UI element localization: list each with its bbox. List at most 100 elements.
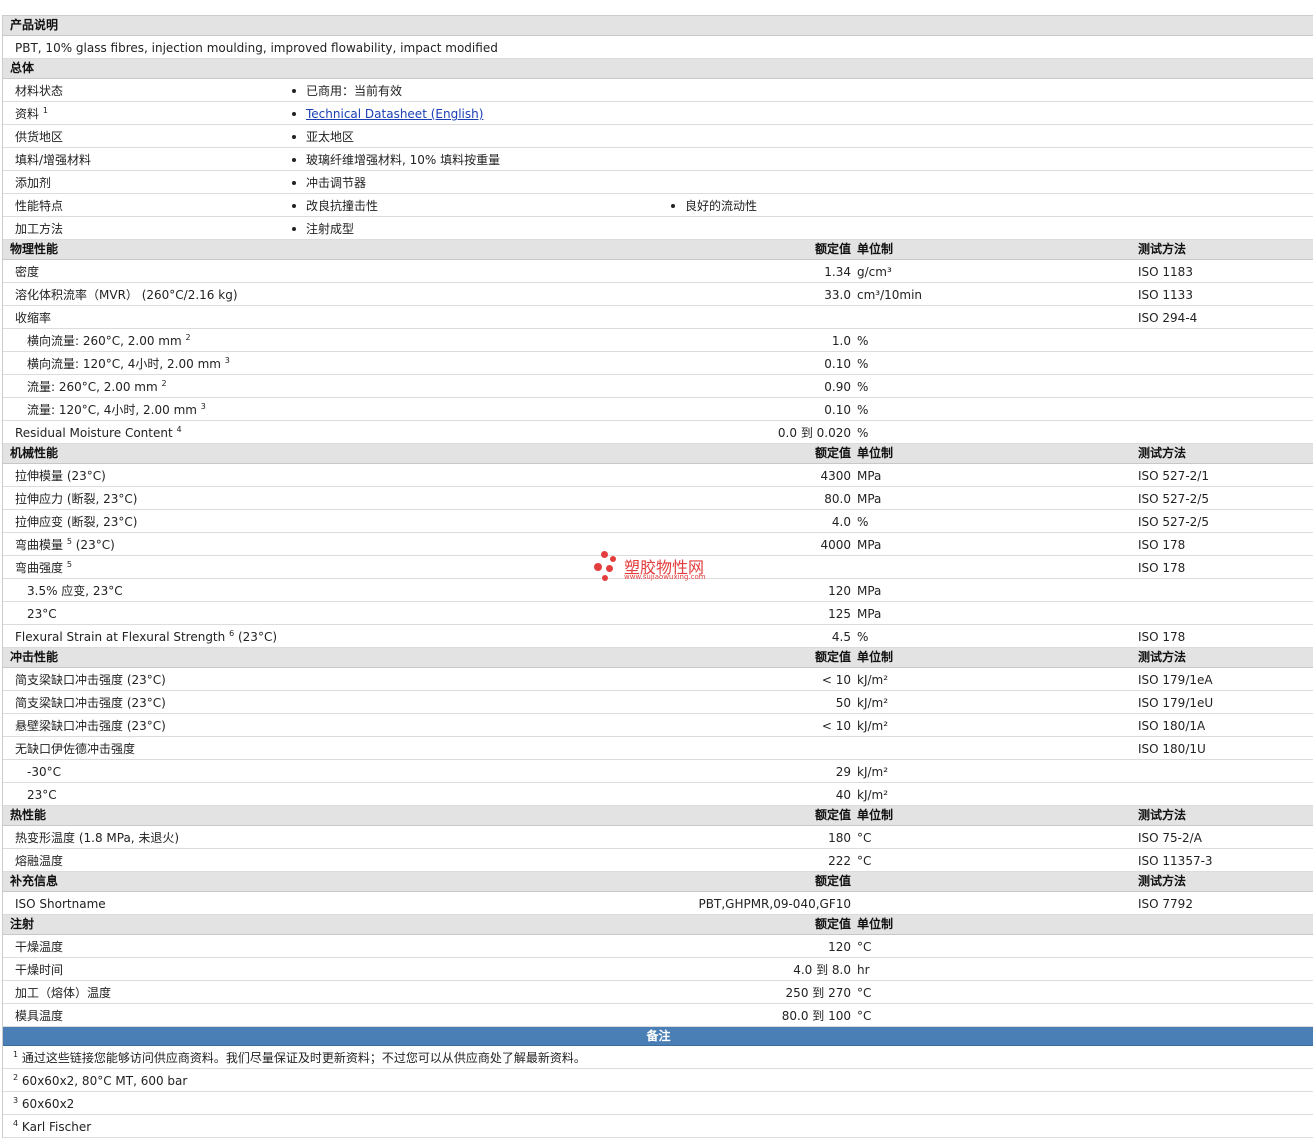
column-header-value: 额定值 bbox=[814, 917, 851, 931]
bullet-icon bbox=[292, 157, 296, 162]
property-label-text: 23°C bbox=[27, 788, 57, 802]
table-row: 流量: 120°C, 4小时, 2.00 mm 3 0.10% bbox=[3, 398, 1313, 421]
test-method: ISO 179/1eA bbox=[1138, 673, 1213, 687]
bullet-icon bbox=[292, 134, 296, 139]
property-label-text: Flexural Strain at Flexural Strength bbox=[15, 630, 226, 644]
note-text: 60x60x2, 80°C MT, 600 bar bbox=[21, 1074, 188, 1088]
property-unit: °C bbox=[857, 831, 872, 845]
column-header-method: 测试方法 bbox=[1138, 650, 1187, 664]
property-label: 熔融温度 bbox=[15, 854, 63, 868]
column-header-value: 额定值 bbox=[814, 242, 851, 256]
notes-title: 备注 bbox=[646, 1029, 671, 1043]
table-row: 添加剂 冲击调节器 bbox=[3, 171, 1313, 194]
footnote-ref: 2 bbox=[161, 379, 167, 388]
column-header-value: 额定值 bbox=[814, 874, 851, 888]
property-label-text: 熔融温度 bbox=[15, 854, 64, 868]
property-value: 180 bbox=[828, 831, 851, 845]
bullet-item: 改良抗撞击性 bbox=[292, 199, 378, 213]
property-unit: % bbox=[857, 380, 869, 394]
test-method: ISO 180/1A bbox=[1138, 719, 1206, 733]
property-label: 材料状态 bbox=[15, 84, 63, 98]
property-label: 横向流量: 260°C, 2.00 mm 2 bbox=[27, 333, 191, 348]
table-row: -30°C 29 kJ/m² bbox=[3, 760, 1313, 783]
table-row: 加工（熔体）温度 250 到 270 °C bbox=[3, 981, 1313, 1004]
table-row: 简支梁缺口冲击强度 (23°C) < 10 kJ/m² ISO 179/1eA bbox=[3, 668, 1313, 691]
property-label: Residual Moisture Content 4 bbox=[15, 425, 182, 440]
property-value: 80.0 bbox=[824, 492, 851, 506]
note-text: Karl Fischer bbox=[21, 1120, 92, 1134]
property-label-text: 简支梁缺口冲击强度 (23°C) bbox=[15, 673, 166, 687]
property-label-text: 流量: 260°C, 2.00 mm bbox=[27, 380, 158, 394]
property-label-text: 无缺口伊佐德冲击强度 bbox=[15, 742, 136, 756]
note-row: 1 通过这些链接您能够访问供应商资料。我们尽量保证及时更新资料；不过您可以从供应… bbox=[3, 1046, 1313, 1069]
note: 4 Karl Fischer bbox=[13, 1119, 92, 1134]
property-value: 222 bbox=[828, 854, 851, 868]
property-label-text: Residual Moisture Content bbox=[15, 426, 173, 440]
property-value: 250 到 270 bbox=[785, 986, 851, 1000]
bullet-text: 良好的流动性 bbox=[685, 199, 758, 213]
property-value: 1.34 bbox=[824, 265, 851, 279]
property-label: 横向流量: 120°C, 4小时, 2.00 mm 3 bbox=[27, 356, 230, 371]
test-method: ISO 7792 bbox=[1138, 897, 1193, 911]
table-row: 供货地区 亚太地区 bbox=[3, 125, 1313, 148]
property-label-text: 横向流量: 120°C, 4小时, 2.00 mm bbox=[27, 357, 221, 371]
property-value: 120 bbox=[828, 584, 851, 598]
property-label: 无缺口伊佐德冲击强度 bbox=[15, 742, 135, 756]
property-label: 资料 1 bbox=[15, 106, 48, 121]
logo-dot-icon bbox=[610, 556, 616, 562]
property-label-text: 性能特点 bbox=[15, 199, 64, 213]
table-row: 材料状态 已商用：当前有效 bbox=[3, 79, 1313, 102]
column-header-method: 测试方法 bbox=[1138, 874, 1187, 888]
note-row: 4 Karl Fischer bbox=[3, 1115, 1313, 1138]
bullet-item: 已商用：当前有效 bbox=[292, 84, 402, 98]
note: 1 通过这些链接您能够访问供应商资料。我们尽量保证及时更新资料；不过您可以从供应… bbox=[13, 1050, 586, 1065]
property-label: -30°C bbox=[27, 765, 61, 779]
property-label: 流量: 120°C, 4小时, 2.00 mm 3 bbox=[27, 402, 206, 417]
datasheet-link[interactable]: Technical Datasheet (English) bbox=[306, 107, 483, 121]
property-value: 0.0 到 0.020 bbox=[777, 426, 851, 440]
bullet-text: 已商用：当前有效 bbox=[306, 84, 403, 98]
property-unit: °C bbox=[857, 1009, 872, 1023]
table-row: 23°C 40 kJ/m² bbox=[3, 783, 1313, 806]
column-header-value: 额定值 bbox=[814, 808, 851, 822]
property-unit: MPa bbox=[857, 584, 882, 598]
test-method: ISO 178 bbox=[1138, 561, 1186, 575]
table-row: ISO Shortname PBT,GHPMR,09-040,GF10 ISO 77… bbox=[3, 892, 1313, 915]
bullet-text: 玻璃纤维增强材料, 10% 填料按重量 bbox=[306, 153, 501, 167]
property-value: 120 bbox=[828, 940, 851, 954]
property-value: 50 bbox=[835, 696, 851, 710]
property-value: < 10 bbox=[821, 719, 851, 733]
property-unit: kJ/m² bbox=[857, 696, 889, 710]
column-header-value: 额定值 bbox=[814, 650, 851, 664]
property-label-text: 简支梁缺口冲击强度 (23°C) bbox=[15, 696, 166, 710]
bullet-item[interactable]: Technical Datasheet (English) bbox=[292, 107, 483, 121]
table-row: 干燥温度 120 °C bbox=[3, 935, 1313, 958]
test-method: ISO 527-2/5 bbox=[1138, 492, 1209, 506]
note-number: 4 bbox=[13, 1119, 19, 1128]
logo-dot-icon bbox=[606, 565, 613, 572]
property-unit: % bbox=[857, 426, 869, 440]
property-unit: % bbox=[857, 357, 869, 371]
property-label: 简支梁缺口冲击强度 (23°C) bbox=[15, 673, 166, 687]
property-value: 4000 bbox=[820, 538, 851, 552]
column-header-value: 额定值 bbox=[814, 446, 851, 460]
property-label-text: -30°C bbox=[27, 765, 61, 779]
table-row: 资料 1 Technical Datasheet (English) bbox=[3, 102, 1313, 125]
property-label-suffix: (23°C) bbox=[234, 630, 277, 644]
property-value: 125 bbox=[828, 607, 851, 621]
section-title: 总体 bbox=[10, 61, 35, 75]
property-label: 性能特点 bbox=[15, 199, 63, 213]
note-row: 2 60x60x2, 80°C MT, 600 bar bbox=[3, 1069, 1313, 1092]
property-label: 收缩率 bbox=[15, 311, 51, 325]
table-row: 流量: 260°C, 2.00 mm 2 0.90% bbox=[3, 375, 1313, 398]
test-method: ISO 178 bbox=[1138, 538, 1186, 552]
bullet-item: 冲击调节器 bbox=[292, 176, 366, 190]
table-row: Residual Moisture Content 4 0.0 到 0.020% bbox=[3, 421, 1313, 444]
property-label: 悬壁梁缺口冲击强度 (23°C) bbox=[15, 719, 166, 733]
property-label: 干燥时间 bbox=[15, 963, 63, 977]
property-value: 80.0 到 100 bbox=[781, 1009, 851, 1023]
property-label-text: 弯曲模量 bbox=[15, 538, 64, 552]
note-number: 2 bbox=[13, 1073, 19, 1082]
property-unit: % bbox=[857, 515, 869, 529]
property-unit: MPa bbox=[857, 469, 882, 483]
